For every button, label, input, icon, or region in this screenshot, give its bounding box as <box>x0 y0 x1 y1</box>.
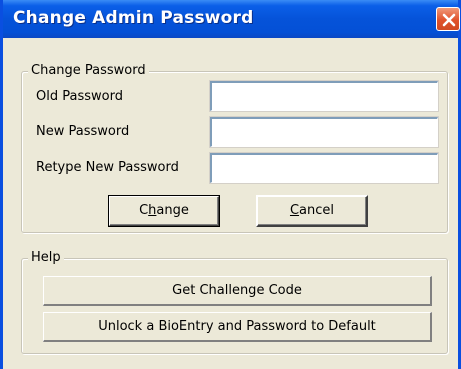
old-password-field[interactable] <box>209 80 439 112</box>
old-password-label: Old Password <box>36 89 123 104</box>
unlock-bioentry-button[interactable]: Unlock a BioEntry and Password to Defaul… <box>43 312 432 342</box>
close-button[interactable] <box>436 7 460 31</box>
window-title: Change Admin Password <box>13 8 254 28</box>
unlock-bioentry-label: Unlock a BioEntry and Password to Defaul… <box>98 319 376 334</box>
new-password-label: New Password <box>36 124 130 139</box>
cancel-button[interactable]: Cancel <box>256 195 368 227</box>
close-icon <box>442 13 456 27</box>
new-password-field[interactable] <box>209 116 439 148</box>
cancel-button-label: Cancel <box>289 203 335 218</box>
change-button[interactable]: Change <box>108 195 220 227</box>
title-bar[interactable]: Change Admin Password <box>3 0 460 38</box>
retype-password-field[interactable] <box>209 152 439 184</box>
help-legend: Help <box>28 250 64 265</box>
get-challenge-code-label: Get Challenge Code <box>172 283 302 298</box>
retype-password-label: Retype New Password <box>36 160 179 175</box>
change-password-legend: Change Password <box>28 63 149 78</box>
change-button-label: Change <box>139 203 189 218</box>
get-challenge-code-button[interactable]: Get Challenge Code <box>43 276 432 306</box>
dialog-window: Change Admin Password Change Password Ol… <box>0 0 461 369</box>
